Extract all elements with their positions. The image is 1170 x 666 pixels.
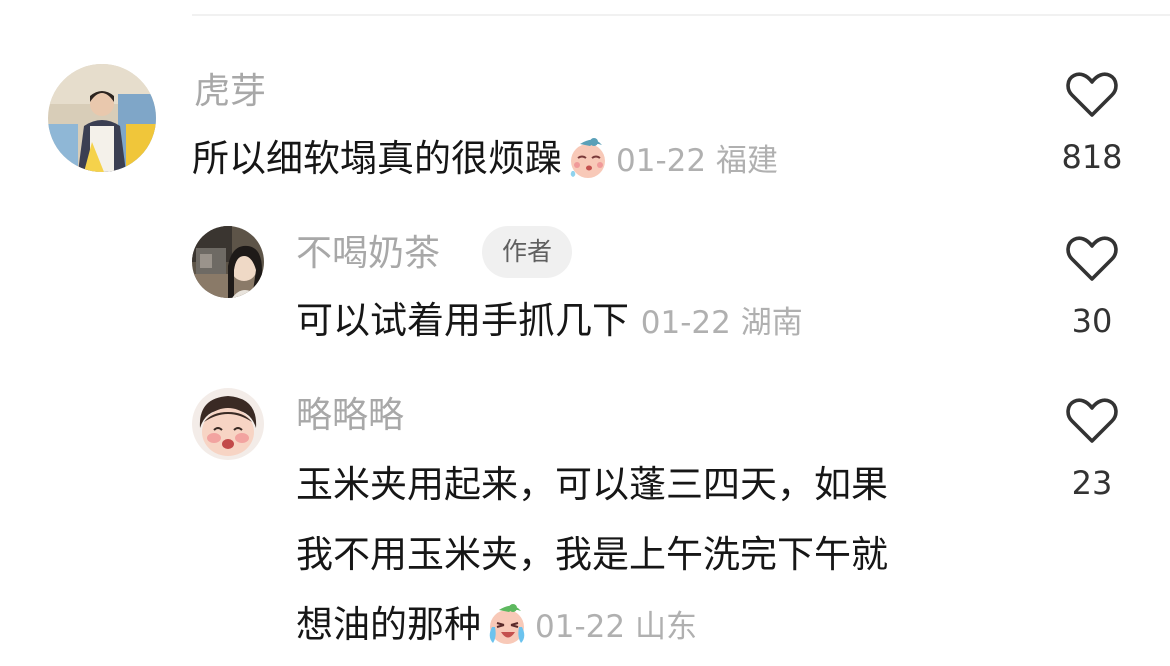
comment-text: 所以细软塌真的很烦躁 01-22 福建 [192,124,1012,196]
comment-location: 湖南 [740,305,803,341]
comment-date: 01-22 [616,143,707,179]
comment-location: 福建 [715,143,778,179]
like-count: 23 [1071,464,1113,502]
comment-location: 山东 [634,609,697,645]
like-button[interactable]: 818 [1032,72,1152,176]
comment-body: 所以细软塌真的很烦躁 [192,137,562,180]
heart-outline-icon [1066,236,1118,281]
author-badge: 作者 [482,226,573,278]
like-button[interactable]: 23 [1032,398,1152,502]
comment-date: 01-22 [640,305,731,341]
comment-date: 01-22 [535,609,626,645]
avatar[interactable] [192,226,264,298]
sad-sweat-emoji [570,138,605,178]
username[interactable]: 略略略 [296,396,404,436]
comment-meta: 01-22 福建 [616,143,778,179]
heart-outline-icon [1066,398,1118,443]
username[interactable]: 不喝奶茶 [296,234,440,274]
like-count: 30 [1071,302,1113,340]
like-count: 818 [1061,138,1123,176]
avatar[interactable] [48,64,156,172]
comment-line: 我不用玉米夹，我是上午洗完下午就 [296,533,888,576]
top-divider [192,14,1170,16]
comment-text: 可以试着用手抓几下 01-22 湖南 [296,286,1016,358]
crying-emoji [489,604,525,644]
comment-meta: 01-22 山东 [535,609,697,645]
comment-body: 可以试着用手抓几下 [296,299,629,342]
comment-line: 想油的那种 [296,603,481,646]
comment-line: 玉米夹用起来，可以蓬三四天，如果 [296,463,888,506]
comment-text: 玉米夹用起来，可以蓬三四天，如果 我不用玉米夹，我是上午洗完下午就 想油的那种 … [296,450,1016,662]
comment-line-last: 想油的那种 01-22 山东 [296,590,1016,662]
username[interactable]: 虎芽 [194,72,266,112]
like-button[interactable]: 30 [1032,236,1152,340]
comment-meta: 01-22 湖南 [641,305,803,341]
heart-outline-icon [1066,72,1118,117]
avatar[interactable] [192,388,264,460]
